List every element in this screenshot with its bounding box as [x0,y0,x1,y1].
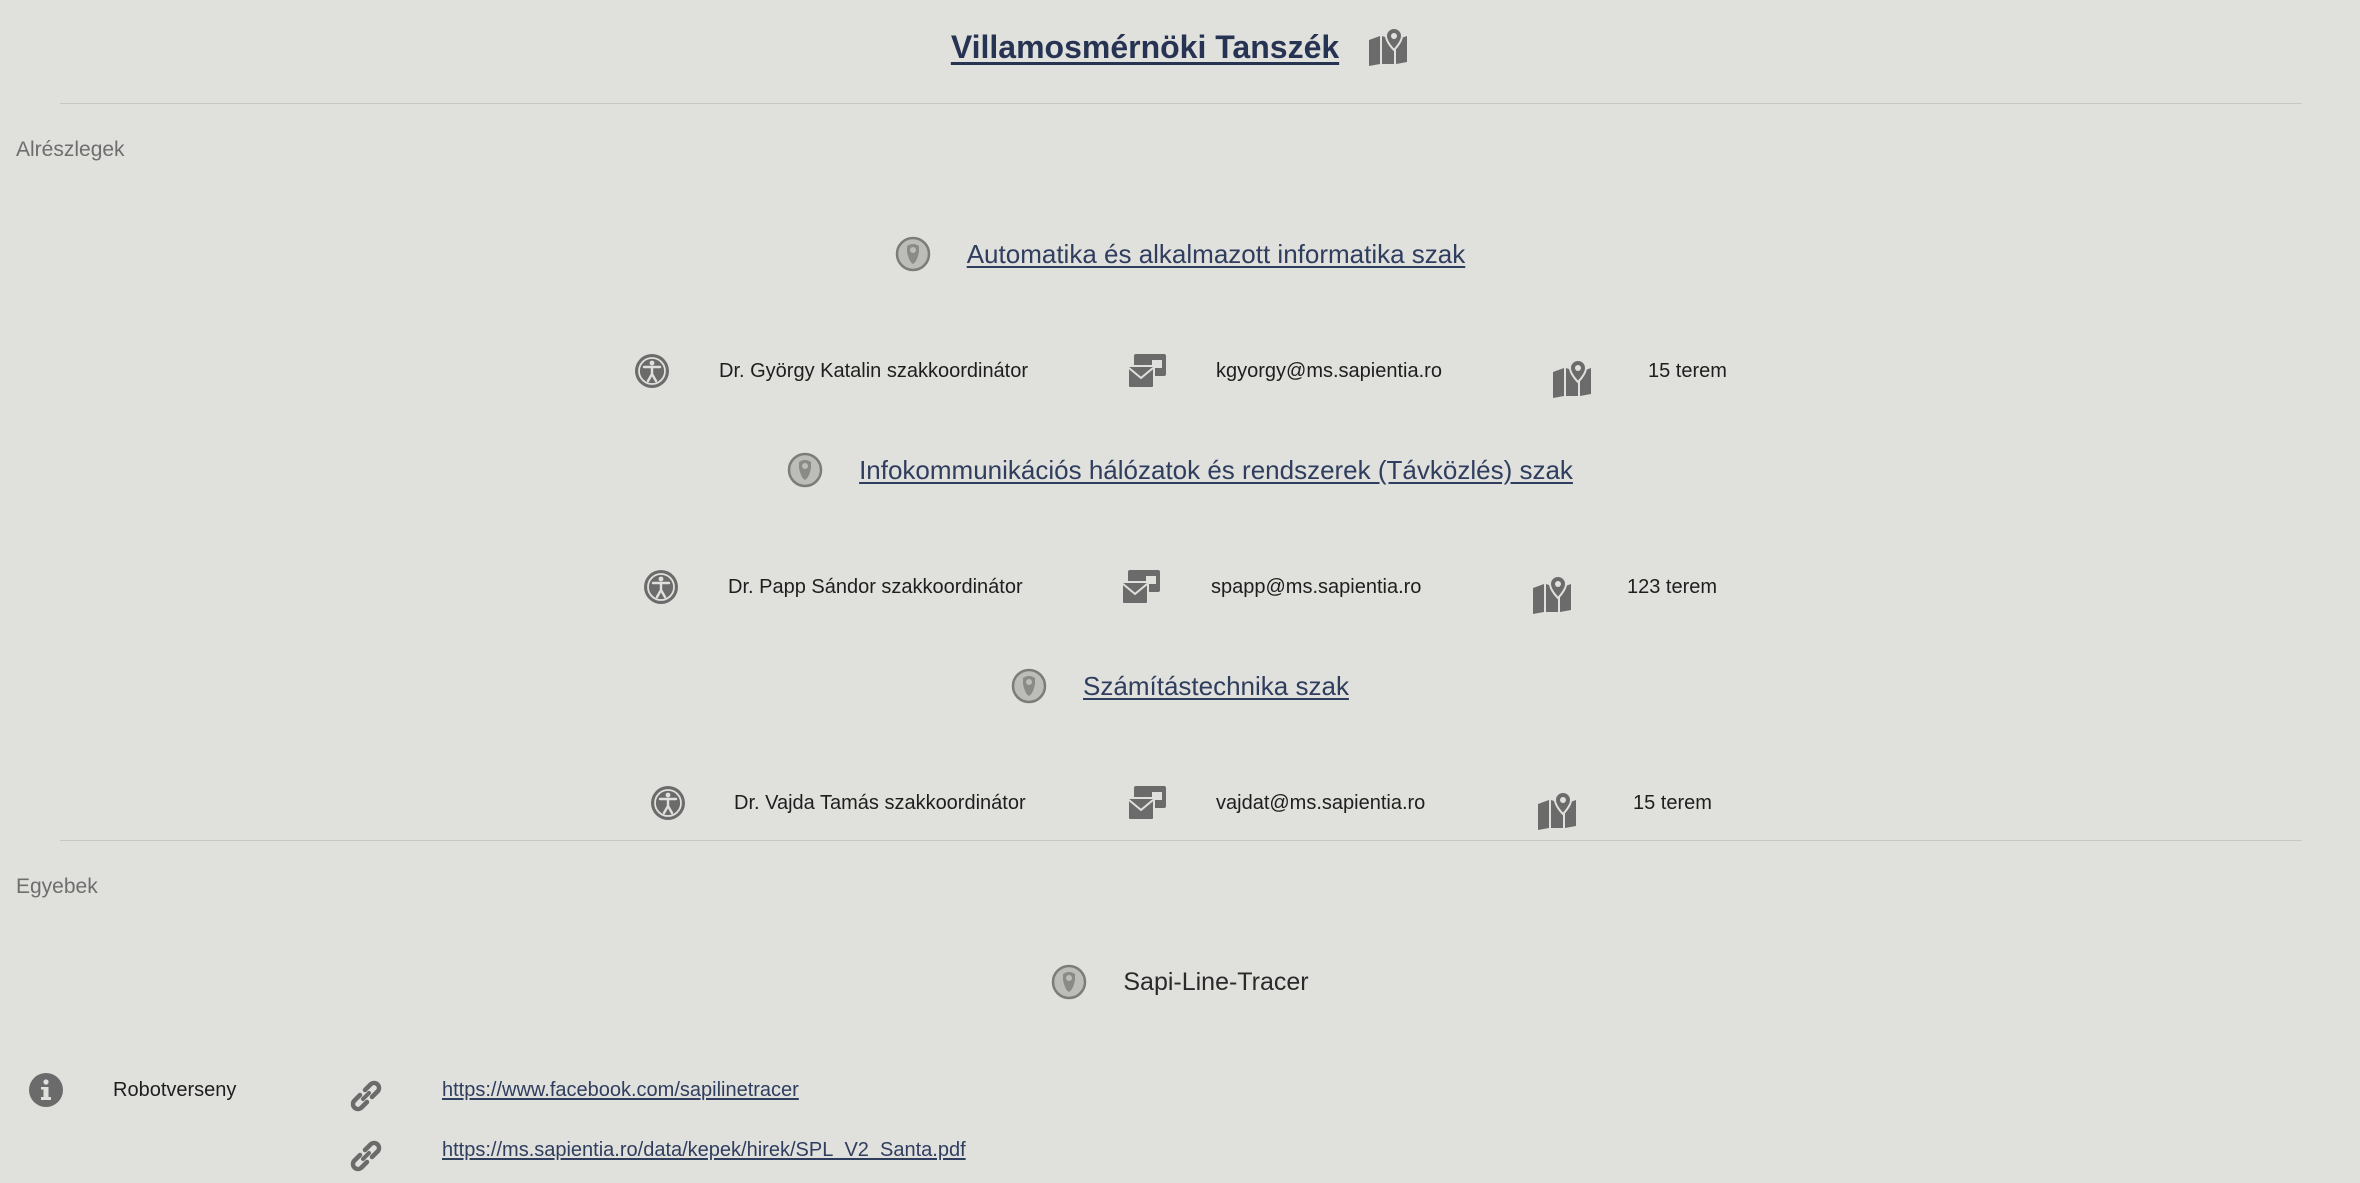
header: Villamosmérnöki Tanszék [0,22,2360,72]
university-logo-icon [787,452,823,488]
coordinator-name: Dr. György Katalin szakkoordinátor [719,359,1029,382]
accessibility-person-icon [643,562,679,612]
university-logo-icon [1051,964,1087,1000]
program-title-row: Számítástechnika szak [0,664,2360,708]
link-chain-icon [346,1071,386,1121]
other-title: Sapi-Line-Tracer [1123,967,1309,996]
room-label: 15 terem [1648,359,1727,382]
program-title-row: Infokommunikációs hálózatok és rendszere… [0,448,2360,492]
coordinator-email: vajdat@ms.sapientia.ro [1216,791,1426,814]
program-info-row: Dr. György Katalin szakkoordinátor kgyor… [0,346,2360,398]
other-description: Robotverseny [113,1078,237,1101]
university-logo-icon [1011,668,1047,704]
pdf-link[interactable]: https://ms.sapientia.ro/data/kepek/hirek… [442,1125,966,1175]
header-divider [60,103,2302,104]
section-label-other: Egyebek [16,875,98,898]
coordinator-email: spapp@ms.sapientia.ro [1211,575,1422,598]
map-location-icon [1536,786,1578,836]
coordinator-name: Dr. Papp Sándor szakkoordinátor [728,575,1023,598]
section-label-subunits: Alrészlegek [16,138,125,161]
other-title-row: Sapi-Line-Tracer [0,960,2360,1004]
section-divider [60,840,2302,841]
program-title-row: Automatika és alkalmazott informatika sz… [0,232,2360,276]
program-link[interactable]: Számítástechnika szak [1083,671,1349,702]
mail-envelope-icon [1120,562,1162,612]
map-location-icon [1531,570,1573,620]
map-location-icon[interactable] [1367,28,1409,66]
accessibility-person-icon [634,346,670,396]
room-label: 15 terem [1633,791,1712,814]
other-info-row: https://ms.sapientia.ro/data/kepek/hirek… [0,1125,2360,1175]
university-logo-icon [895,236,931,272]
mail-envelope-icon [1126,778,1168,828]
coordinator-name: Dr. Vajda Tamás szakkoordinátor [734,791,1026,814]
program-link[interactable]: Infokommunikációs hálózatok és rendszere… [859,455,1573,486]
department-title-link[interactable]: Villamosmérnöki Tanszék [951,29,1339,66]
other-info-row: Robotverseny https://www.facebook.com/sa… [0,1065,2360,1115]
mail-envelope-icon [1126,346,1168,396]
program-info-row: Dr. Papp Sándor szakkoordinátor spapp@ms… [0,562,2360,614]
page: Villamosmérnöki Tanszék Alrészlegek Auto… [0,0,2360,1183]
program-info-row: Dr. Vajda Tamás szakkoordinátor vajdat@m… [0,778,2360,830]
map-location-icon [1551,354,1593,404]
info-circle-icon [28,1065,64,1115]
program-link[interactable]: Automatika és alkalmazott informatika sz… [967,239,1466,270]
accessibility-person-icon [650,778,686,828]
coordinator-email: kgyorgy@ms.sapientia.ro [1216,359,1442,382]
link-chain-icon [346,1131,386,1181]
facebook-link[interactable]: https://www.facebook.com/sapilinetracer [442,1065,799,1115]
room-label: 123 terem [1627,575,1718,598]
